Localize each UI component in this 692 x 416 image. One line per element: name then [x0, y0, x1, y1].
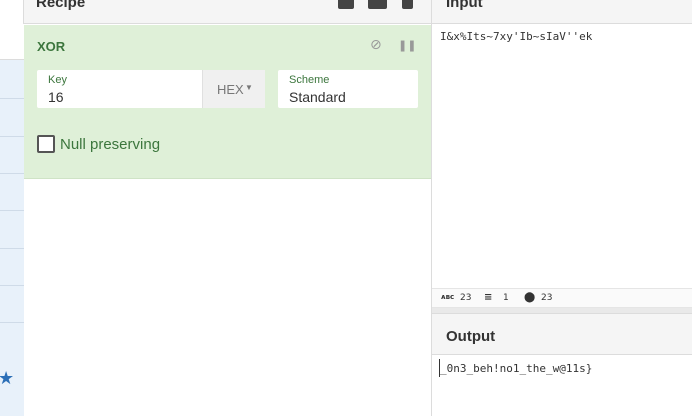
input-status-bar: ᴀʙᴄ 23 ≡ 1 ⬤ 23 [432, 288, 692, 308]
recipe-title: Recipe [36, 0, 86, 11]
key-field[interactable]: Key 16 HEX ▼ [37, 70, 265, 108]
input-header: Input [432, 0, 692, 24]
lines-icon: ≡ [484, 292, 493, 303]
output-title: Output [446, 328, 496, 345]
lines-value: 1 [503, 293, 509, 303]
position-icon: ⬤ [524, 292, 536, 303]
key-label: Key [48, 74, 67, 86]
io-panel: Input I&x%Its~7xy'Ib~sIaV''ek ᴀʙᴄ 23 ≡ 1… [432, 0, 692, 416]
disable-icon[interactable]: ⊘ [370, 37, 382, 53]
list-divider [0, 136, 24, 137]
list-divider [0, 98, 24, 99]
output-textarea[interactable]: _0n3_beh!no1_the_w@11s} [440, 362, 592, 375]
recipe-panel: Recipe XOR ⊘ ❚❚ Key 16 HEX ▼ Scheme Stan… [24, 0, 432, 416]
key-value[interactable]: 16 [48, 89, 64, 105]
list-divider [0, 210, 24, 211]
recipe-header: Recipe [24, 0, 431, 24]
key-format-dropdown[interactable]: HEX ▼ [202, 70, 265, 108]
null-preserving-label[interactable]: Null preserving [60, 136, 160, 153]
pause-icon[interactable]: ❚❚ [398, 39, 416, 52]
length-icon: ᴀʙᴄ [441, 293, 455, 301]
operations-panel-sliver: ★ [0, 0, 24, 416]
scheme-value: Standard [289, 89, 346, 105]
operations-search-area[interactable] [0, 24, 24, 60]
folder-icon[interactable] [368, 0, 387, 9]
list-divider [0, 285, 24, 286]
position-value: 23 [541, 293, 553, 303]
operations-list [0, 60, 24, 416]
list-divider [0, 173, 24, 174]
save-icon[interactable] [338, 0, 354, 9]
trash-icon[interactable] [402, 0, 413, 9]
length-value: 23 [460, 293, 472, 303]
operation-name: XOR [37, 39, 66, 54]
scheme-field[interactable]: Scheme Standard [278, 70, 418, 108]
list-divider [0, 248, 24, 249]
output-header: Output [432, 313, 692, 355]
input-title: Input [446, 0, 483, 11]
scheme-label: Scheme [289, 74, 330, 86]
chevron-down-icon: ▼ [245, 83, 253, 92]
xor-operation: XOR ⊘ ❚❚ Key 16 HEX ▼ Scheme Standard Nu… [24, 25, 431, 179]
list-divider [0, 322, 24, 323]
key-format-value: HEX [217, 82, 244, 97]
star-icon[interactable]: ★ [0, 368, 14, 389]
null-preserving-checkbox[interactable] [37, 135, 55, 153]
input-textarea[interactable]: I&x%Its~7xy'Ib~sIaV''ek [440, 30, 592, 43]
